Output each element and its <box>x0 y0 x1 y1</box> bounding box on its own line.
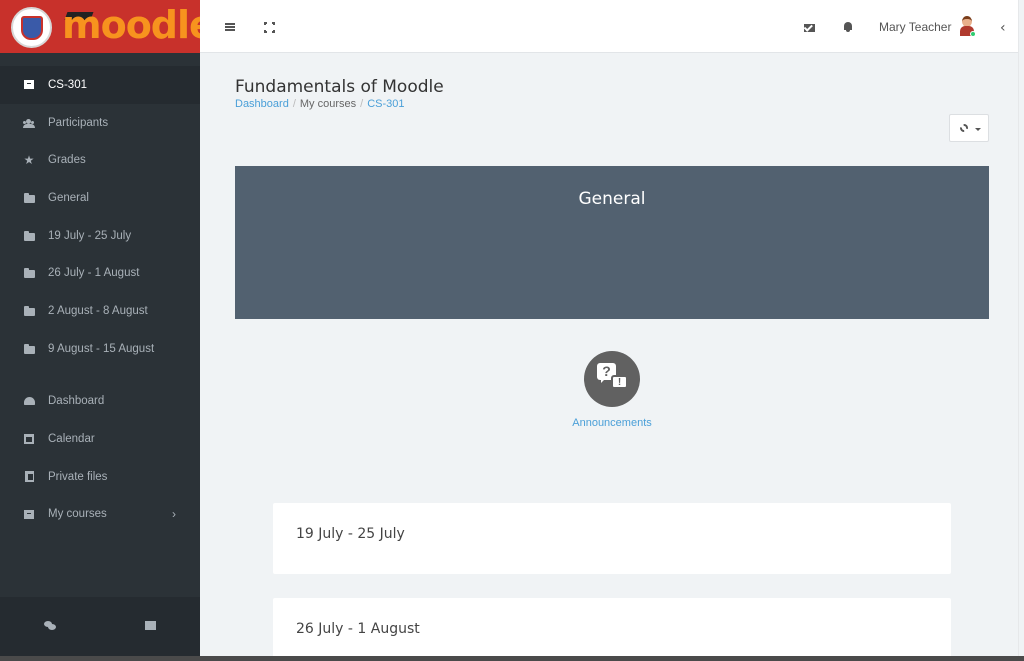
course-settings-button[interactable] <box>949 114 989 142</box>
section-card[interactable]: 19 July - 25 July <box>273 503 951 574</box>
caret-down-icon <box>975 128 981 131</box>
sidebar-item-label: Participants <box>48 116 109 129</box>
nav-divider <box>0 368 200 383</box>
gear-icon <box>960 124 968 132</box>
folder-icon <box>23 230 35 242</box>
moodle-logo-text: moodle <box>62 3 215 47</box>
breadcrumb-course-link[interactable]: CS-301 <box>367 98 404 110</box>
folder-icon <box>23 305 35 317</box>
sidebar-item-participants[interactable]: Participants <box>0 104 200 142</box>
sidebar-item-label: Private files <box>48 470 108 483</box>
breadcrumb-my-courses: My courses <box>299 98 357 110</box>
sidebar-item-label: 2 August - 8 August <box>48 304 148 317</box>
fullscreen-icon[interactable] <box>264 22 275 33</box>
folder-icon <box>23 267 35 279</box>
sidebar-item-week-2[interactable]: 26 July - 1 August <box>0 254 200 292</box>
user-name[interactable]: Mary Teacher <box>879 20 951 34</box>
general-section-banner: General <box>235 166 989 319</box>
sidebar-item-label: Calendar <box>48 433 95 446</box>
course-box-icon <box>23 508 35 520</box>
page-title: Fundamentals of Moodle <box>235 77 444 97</box>
sidebar-item-course[interactable]: CS-301 <box>0 66 200 104</box>
dashboard-icon <box>23 395 35 407</box>
chevron-left-icon[interactable]: ‹ <box>1000 20 1006 36</box>
course-box-icon <box>23 79 35 91</box>
sidebar-item-private-files[interactable]: Private files <box>0 458 200 496</box>
folder-icon <box>23 192 35 204</box>
calendar-icon <box>23 433 35 445</box>
sidebar-item-label: General <box>48 191 89 204</box>
announcements-forum-icon[interactable]: ? ! <box>584 351 640 407</box>
users-icon <box>23 117 35 129</box>
sidebar-item-general[interactable]: General <box>0 179 200 217</box>
section-title: 26 July - 1 August <box>296 621 420 637</box>
section-card[interactable]: 26 July - 1 August <box>273 598 951 661</box>
online-status-icon <box>970 31 976 37</box>
sidebar-item-label: My courses <box>48 508 107 521</box>
section-title: General <box>578 189 646 209</box>
sidebar-nav: CS-301 Participants ★ Grades General 19 … <box>0 66 200 533</box>
sidebar-footer <box>0 597 200 656</box>
sidebar-item-label: 26 July - 1 August <box>48 267 140 280</box>
site-logo[interactable]: moodle <box>0 0 215 53</box>
breadcrumb-separator: / <box>360 98 364 110</box>
sidebar-item-week-3[interactable]: 2 August - 8 August <box>0 292 200 330</box>
window-bottom-edge <box>0 656 1024 661</box>
star-icon: ★ <box>23 153 35 168</box>
messages-icon[interactable] <box>804 24 815 32</box>
archive-icon[interactable] <box>145 621 156 630</box>
exclamation-bubble-icon: ! <box>611 375 628 389</box>
sidebar-item-label: 9 August - 15 August <box>48 342 155 355</box>
menu-toggle-icon[interactable] <box>225 23 235 31</box>
sidebar-item-my-courses[interactable]: My courses › <box>0 496 200 534</box>
sidebar-item-dashboard[interactable]: Dashboard <box>0 383 200 421</box>
top-navbar: Mary Teacher ‹ <box>200 0 1024 53</box>
files-icon <box>23 471 35 483</box>
sidebar-item-week-1[interactable]: 19 July - 25 July <box>0 217 200 255</box>
scrollbar-track[interactable] <box>1018 0 1024 661</box>
university-seal-icon <box>11 7 52 48</box>
folder-icon <box>23 343 35 355</box>
notifications-bell-icon[interactable] <box>843 22 853 32</box>
sidebar-item-label: Grades <box>48 154 86 167</box>
sidebar-drawer: moodle CS-301 Participants ★ Grades Gene… <box>0 0 215 656</box>
breadcrumb: Dashboard / My courses / CS-301 <box>235 98 405 110</box>
sidebar-item-label: CS-301 <box>48 78 87 91</box>
announcements-link[interactable]: Announcements <box>0 417 1024 429</box>
user-avatar[interactable] <box>958 16 976 38</box>
breadcrumb-dashboard-link[interactable]: Dashboard <box>235 98 289 110</box>
sidebar-item-week-4[interactable]: 9 August - 15 August <box>0 330 200 368</box>
breadcrumb-separator: / <box>292 98 296 110</box>
sidebar-item-label: 19 July - 25 July <box>48 229 132 242</box>
chevron-right-icon: › <box>172 507 176 522</box>
section-title: 19 July - 25 July <box>296 526 405 542</box>
sidebar-item-grades[interactable]: ★ Grades <box>0 141 200 179</box>
chat-icon[interactable] <box>44 621 56 631</box>
sidebar-item-label: Dashboard <box>48 395 105 408</box>
